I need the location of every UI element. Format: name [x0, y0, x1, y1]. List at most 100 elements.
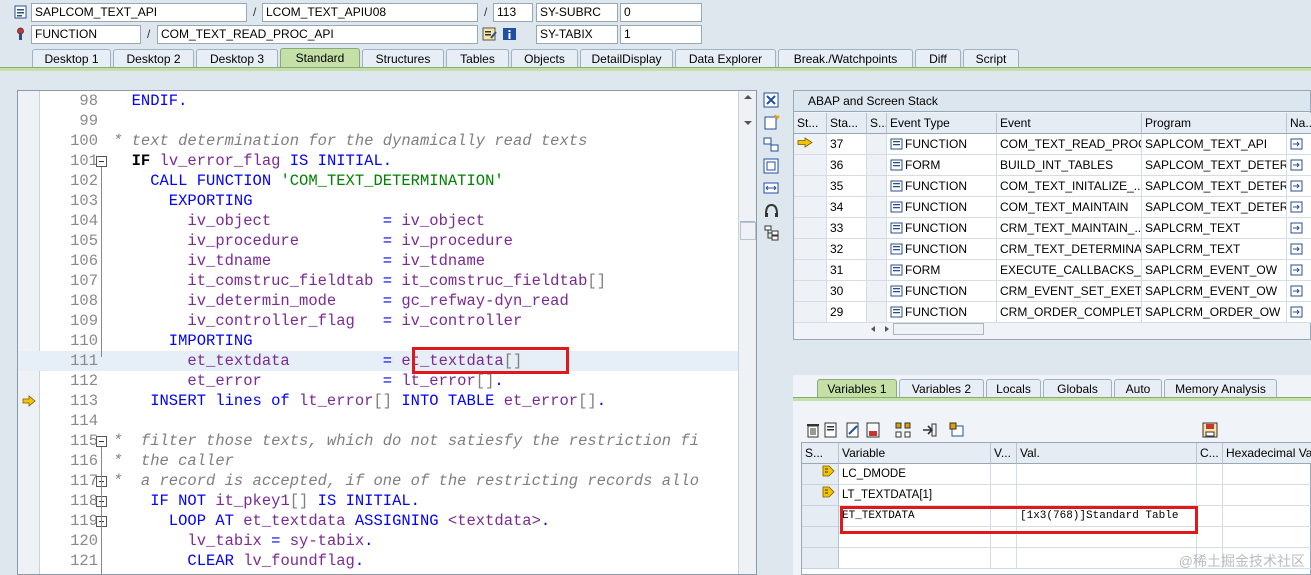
col-header-level[interactable]: Sta...: [827, 113, 867, 134]
variable-name-cell[interactable]: LT_TEXTDATA[1]: [839, 485, 991, 506]
stack-row[interactable]: 37 FUNCTION COM_TEXT_READ_PROC... SAPLCOM_T…: [794, 134, 1311, 155]
navigate-source-icon[interactable]: [1290, 180, 1303, 192]
code-line[interactable]: 119 LOOP AT et_textdata ASSIGNING <textd…: [18, 511, 738, 531]
services-tool-icon[interactable]: [763, 202, 780, 219]
tab-data-explorer[interactable]: Data Explorer: [675, 49, 776, 68]
source-code-editor[interactable]: 98 ENDIF. 99 100 * text determination for t…: [17, 90, 757, 575]
save-layout-icon[interactable]: [1202, 422, 1218, 438]
stack-row[interactable]: 33 FUNCTION CRM_TEXT_MAINTAIN_... SAPLCRM_T…: [794, 218, 1311, 239]
new-tool-icon[interactable]: [763, 114, 780, 131]
navigate-source-icon[interactable]: [1290, 222, 1303, 234]
stack-row[interactable]: 34 FUNCTION COM_TEXT_MAINTAIN SAPLCOM_TEXT_…: [794, 197, 1311, 218]
col-header-value[interactable]: Val.: [1017, 443, 1197, 464]
tab-detail-display[interactable]: DetailDisplay: [580, 49, 673, 68]
code-line[interactable]: 111 et_textdata = et_textdata[]: [18, 351, 738, 371]
variable-hex-cell[interactable]: [1223, 506, 1311, 527]
variable-v-cell[interactable]: [991, 485, 1017, 506]
stack-row[interactable]: 32 FUNCTION CRM_TEXT_DETERMINA... SAPLCRM_T…: [794, 239, 1311, 260]
object-icon[interactable]: [949, 422, 965, 438]
variable-1-value-field[interactable]: 0: [620, 3, 702, 22]
save-variables-icon[interactable]: [865, 422, 881, 438]
tab-variables-1[interactable]: Variables 1: [817, 379, 897, 398]
row-selector[interactable]: [802, 548, 839, 569]
code-line[interactable]: 117 * a record is accepted, if one of the…: [18, 471, 738, 491]
stack-row[interactable]: 29 FUNCTIONCRM_ORDER_COMPLETE...SAPLCRM_O…: [794, 302, 1311, 323]
code-line[interactable]: 102 CALL FUNCTION 'COM_TEXT_DETERMINATIO…: [18, 171, 738, 191]
variable-c-cell[interactable]: [1197, 464, 1223, 485]
tab-desktop-2[interactable]: Desktop 2: [113, 49, 194, 68]
delete-icon[interactable]: [805, 422, 821, 438]
variable-1-name-field[interactable]: SY-SUBRC: [536, 3, 618, 22]
tab-standard[interactable]: Standard: [280, 48, 360, 68]
editor-vertical-scrollbar[interactable]: [738, 91, 756, 574]
navigate-source-icon[interactable]: [1290, 243, 1303, 255]
scroll-right-icon[interactable]: [883, 325, 891, 333]
code-line[interactable]: 115 * filter those texts, which do not sa…: [18, 431, 738, 451]
tab-locals[interactable]: Locals: [986, 379, 1041, 398]
close-tool-icon[interactable]: [763, 92, 780, 109]
include-field[interactable]: LCOM_TEXT_APIU08: [262, 3, 478, 22]
navigate-source-icon[interactable]: [1290, 264, 1303, 276]
variable-hex-cell[interactable]: [1223, 464, 1311, 485]
col-header-event-type[interactable]: Event Type: [887, 113, 997, 134]
tab-memory-analysis[interactable]: Memory Analysis: [1164, 379, 1277, 398]
change-icon[interactable]: [845, 422, 861, 438]
code-line[interactable]: 98 ENDIF.: [18, 91, 738, 111]
info-icon[interactable]: [502, 27, 517, 41]
navigate-source-icon[interactable]: [1290, 201, 1303, 213]
navigate-icon[interactable]: [921, 422, 937, 438]
structure-icon[interactable]: [895, 422, 911, 438]
tab-objects[interactable]: Objects: [511, 49, 578, 68]
variable-c-cell[interactable]: [1197, 485, 1223, 506]
col-header-program[interactable]: Program: [1142, 113, 1287, 134]
navigate-source-icon[interactable]: [1290, 306, 1303, 318]
stack-row[interactable]: 30 FUNCTION CRM_EVENT_SET_EXETI... SAPLCRM_…: [794, 281, 1311, 302]
code-line[interactable]: 100 * text determination for the dynamica…: [18, 131, 738, 151]
tab-desktop-1[interactable]: Desktop 1: [32, 49, 111, 68]
variable-v-cell[interactable]: [991, 464, 1017, 485]
code-line[interactable]: 116 * the caller: [18, 451, 738, 471]
scroll-left-icon[interactable]: [869, 325, 877, 333]
collapse-block-icon[interactable]: [96, 436, 107, 447]
event-type-field[interactable]: FUNCTION: [31, 25, 141, 44]
scroll-down-icon[interactable]: [742, 119, 754, 127]
variable-2-name-field[interactable]: SY-TABIX: [536, 25, 618, 44]
detail-icon[interactable]: [823, 422, 839, 438]
code-line[interactable]: 121 CLEAR lv_foundflag.: [18, 551, 738, 571]
event-name-field[interactable]: COM_TEXT_READ_PROC_API: [157, 25, 478, 44]
col-header-v[interactable]: V...: [991, 443, 1017, 464]
col-header-event[interactable]: Event: [997, 113, 1142, 134]
code-line[interactable]: 107 it_comstruc_fieldtab = it_comstruc_f…: [18, 271, 738, 291]
code-line[interactable]: 108 iv_determin_mode = gc_refway-dyn_rea…: [18, 291, 738, 311]
collapse-block-icon[interactable]: [96, 156, 107, 167]
hscroll-thumb[interactable]: [893, 323, 984, 335]
tab-structures[interactable]: Structures: [362, 49, 444, 68]
code-line[interactable]: 109 iv_controller_flag = iv_controller: [18, 311, 738, 331]
col-header-na[interactable]: Na...: [1287, 113, 1311, 134]
row-selector[interactable]: [802, 506, 839, 527]
code-line[interactable]: 101 IF lv_error_flag IS INITIAL.: [18, 151, 738, 171]
stack-row[interactable]: 35 FUNCTION COM_TEXT_INITALIZE_... SAPLCOM_…: [794, 176, 1311, 197]
variable-value-cell[interactable]: [1017, 464, 1197, 485]
scroll-up-icon[interactable]: [742, 93, 754, 101]
code-line[interactable]: 110 IMPORTING: [18, 331, 738, 351]
code-line[interactable]: 99: [18, 111, 738, 131]
stack-row[interactable]: 31 FORM EXECUTE_CALLBACKS_P... SAPLCRM_EVEN…: [794, 260, 1311, 281]
tab-break-watchpoints[interactable]: Break./Watchpoints: [778, 49, 913, 68]
tab-globals[interactable]: Globals: [1043, 379, 1112, 398]
resize-tool-icon[interactable]: [763, 180, 780, 197]
row-selector[interactable]: [802, 527, 839, 548]
line-number-field[interactable]: 113: [493, 3, 533, 22]
splitter-handle[interactable]: [740, 222, 756, 240]
maximize-tool-icon[interactable]: [763, 158, 780, 175]
variable-hex-cell[interactable]: [1223, 485, 1311, 506]
code-line[interactable]: 113 INSERT lines of lt_error[] INTO TABL…: [18, 391, 738, 411]
col-header-status[interactable]: S...: [802, 443, 839, 464]
navigate-source-icon[interactable]: [1290, 159, 1303, 171]
variable-value-cell[interactable]: [1017, 485, 1197, 506]
col-header-c[interactable]: C...: [1197, 443, 1223, 464]
navigate-source-icon[interactable]: [1290, 138, 1303, 150]
stack-row[interactable]: 36 FORM BUILD_INT_TABLES SAPLCOM_TEXT_DETER…: [794, 155, 1311, 176]
edit-source-icon[interactable]: [482, 27, 497, 41]
code-line[interactable]: 114: [18, 411, 738, 431]
